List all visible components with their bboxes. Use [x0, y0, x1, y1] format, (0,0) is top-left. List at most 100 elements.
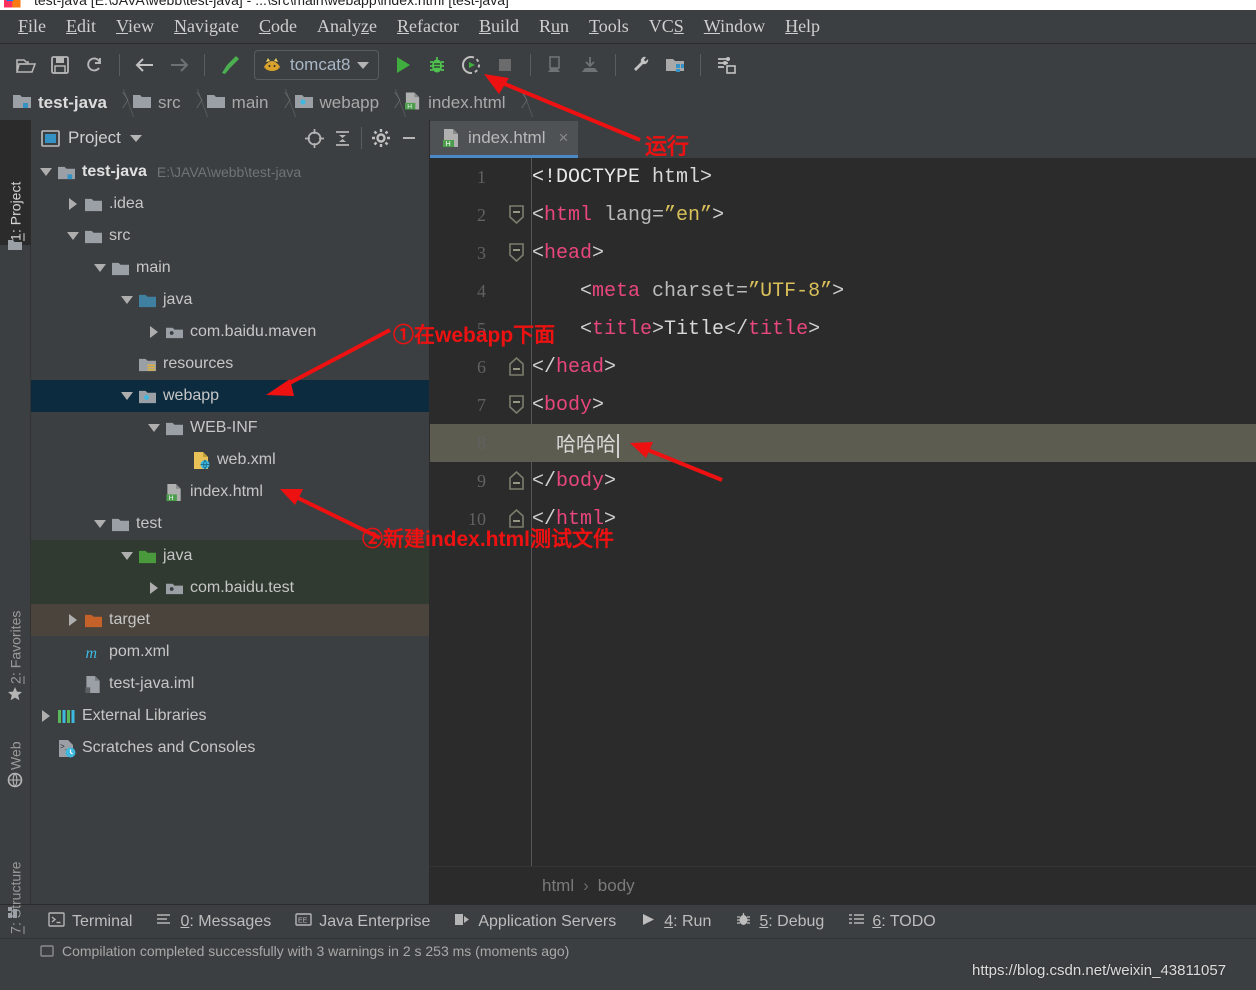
tree-node-src[interactable]: src [31, 220, 429, 252]
run-with-coverage-icon[interactable] [455, 49, 487, 81]
hide-panel-icon[interactable] [395, 124, 423, 152]
tree-node-web.xml[interactable]: web.xml [31, 444, 429, 476]
tree-node-target[interactable]: target [31, 604, 429, 636]
menu-item-vcs[interactable]: VCS [639, 14, 694, 39]
run-icon[interactable] [387, 49, 419, 81]
database-icon[interactable] [710, 49, 742, 81]
gear-icon[interactable] [367, 124, 395, 152]
breadcrumb-item-main[interactable]: main [206, 88, 271, 118]
menu-item-tools[interactable]: Tools [579, 14, 639, 39]
tree-node-test[interactable]: test [31, 508, 429, 540]
fold-open-icon[interactable] [500, 196, 532, 234]
chevron-down-icon[interactable] [357, 61, 370, 69]
fold-open-icon[interactable] [500, 386, 532, 424]
tool-window-stripe-1-project[interactable]: 1: Project [0, 120, 31, 245]
chevron-right-icon[interactable] [145, 316, 163, 348]
tree-node-index.html[interactable]: Hindex.html [31, 476, 429, 508]
code-line-1[interactable]: 1 <!DOCTYPE html> [430, 158, 1256, 196]
tree-node-pom.xml[interactable]: m pom.xml [31, 636, 429, 668]
editor-tab-index-html[interactable]: H index.html × [430, 121, 579, 158]
chevron-down-icon[interactable] [37, 156, 55, 188]
tree-node-.idea[interactable]: .idea [31, 188, 429, 220]
breadcrumb-item-test-java[interactable]: test-java [12, 88, 109, 118]
fold-open-icon[interactable] [500, 234, 532, 272]
menu-item-build[interactable]: Build [469, 14, 529, 39]
chevron-down-icon[interactable] [64, 220, 82, 252]
project-tree[interactable]: test-java E:\JAVA\webb\test-java .idea src m… [31, 156, 429, 904]
tool-window-button-application-servers[interactable]: Application Servers [454, 912, 616, 932]
fold-close-icon[interactable] [500, 500, 532, 538]
tree-node-test-java[interactable]: test-java E:\JAVA\webb\test-java [31, 156, 429, 188]
save-all-icon[interactable] [44, 49, 76, 81]
tool-window-button-6-todo[interactable]: 6: TODO [848, 912, 936, 932]
editor-breadcrumb-html[interactable]: html [542, 876, 574, 896]
tree-node-java[interactable]: java [31, 284, 429, 316]
open-project-icon[interactable] [10, 49, 42, 81]
menu-item-window[interactable]: Window [694, 14, 775, 39]
build-hammer-icon[interactable] [214, 49, 246, 81]
code-line-9[interactable]: 9 </body> [430, 462, 1256, 500]
code-line-3[interactable]: 3 <head> [430, 234, 1256, 272]
tree-node-com.baidu.test[interactable]: com.baidu.test [31, 572, 429, 604]
chevron-down-icon[interactable] [91, 508, 109, 540]
chevron-right-icon[interactable] [64, 604, 82, 636]
tool-window-button-0-messages[interactable]: 0: Messages [156, 912, 271, 932]
tool-window-button-java-enterprise[interactable]: EE Java Enterprise [295, 912, 430, 932]
project-structure-icon[interactable] [659, 49, 691, 81]
code-editor[interactable]: 1 <!DOCTYPE html> 2 <html lang=”en”> 3 <head>… [430, 158, 1256, 866]
run-configuration-selector[interactable]: tomcat8 [254, 50, 380, 80]
menu-item-view[interactable]: View [106, 14, 164, 39]
close-icon[interactable]: × [558, 128, 568, 148]
tree-node-com.baidu.maven[interactable]: com.baidu.maven [31, 316, 429, 348]
chevron-down-icon[interactable] [118, 284, 136, 316]
tool-window-button-5-debug[interactable]: 5: Debug [735, 912, 824, 932]
code-line-10[interactable]: 10 </html> [430, 500, 1256, 538]
menu-item-edit[interactable]: Edit [56, 14, 106, 39]
breadcrumb-item-index-html[interactable]: Hindex.html [404, 88, 507, 118]
menu-item-run[interactable]: Run [529, 14, 579, 39]
code-line-6[interactable]: 6 </head> [430, 348, 1256, 386]
chevron-down-icon[interactable] [91, 252, 109, 284]
breadcrumb-item-webapp[interactable]: webapp [294, 88, 382, 118]
code-line-7[interactable]: 7 <body> [430, 386, 1256, 424]
menu-item-analyze[interactable]: Analyze [307, 14, 387, 39]
settings-wrench-icon[interactable] [625, 49, 657, 81]
tree-node-main[interactable]: main [31, 252, 429, 284]
tree-node-scratches-and-consoles[interactable]: >_ Scratches and Consoles [31, 732, 429, 764]
tool-window-stripe-2-favorites[interactable]: 2: Favorites [0, 560, 31, 688]
chevron-down-icon[interactable] [118, 540, 136, 572]
code-line-5[interactable]: 5 <title>Title</title> [430, 310, 1256, 348]
chevron-right-icon[interactable] [64, 188, 82, 220]
breadcrumb-item-src[interactable]: src [132, 88, 183, 118]
tree-node-external-libraries[interactable]: External Libraries [31, 700, 429, 732]
code-line-8[interactable]: 8 哈哈哈 [430, 424, 1256, 462]
fold-close-icon[interactable] [500, 348, 532, 386]
forward-arrow-icon[interactable] [163, 49, 195, 81]
menu-item-navigate[interactable]: Navigate [164, 14, 249, 39]
tool-window-button-terminal[interactable]: Terminal [48, 911, 132, 932]
chevron-right-icon[interactable] [37, 700, 55, 732]
back-arrow-icon[interactable] [129, 49, 161, 81]
menu-item-help[interactable]: Help [775, 14, 830, 39]
tool-window-button-4-run[interactable]: 4: Run [640, 912, 711, 932]
debug-icon[interactable] [421, 49, 453, 81]
chevron-down-icon[interactable] [129, 134, 142, 142]
locate-target-icon[interactable] [300, 124, 328, 152]
chevron-right-icon[interactable] [145, 572, 163, 604]
chevron-down-icon[interactable] [145, 412, 163, 444]
fold-close-icon[interactable] [500, 462, 532, 500]
tree-node-webapp[interactable]: webapp [31, 380, 429, 412]
tree-node-java[interactable]: java [31, 540, 429, 572]
menu-item-file[interactable]: File [8, 14, 56, 39]
tree-node-web-inf[interactable]: WEB-INF [31, 412, 429, 444]
tree-node-resources[interactable]: resources [31, 348, 429, 380]
menu-item-code[interactable]: Code [249, 14, 307, 39]
tool-window-stripe-web[interactable]: Web [0, 702, 31, 774]
code-line-2[interactable]: 2 <html lang=”en”> [430, 196, 1256, 234]
editor-breadcrumb-body[interactable]: body [598, 876, 635, 896]
menu-item-refactor[interactable]: Refactor [387, 14, 469, 39]
tree-node-test-java.iml[interactable]: test-java.iml [31, 668, 429, 700]
sync-icon[interactable] [78, 49, 110, 81]
collapse-all-icon[interactable] [328, 124, 356, 152]
chevron-down-icon[interactable] [118, 380, 136, 412]
